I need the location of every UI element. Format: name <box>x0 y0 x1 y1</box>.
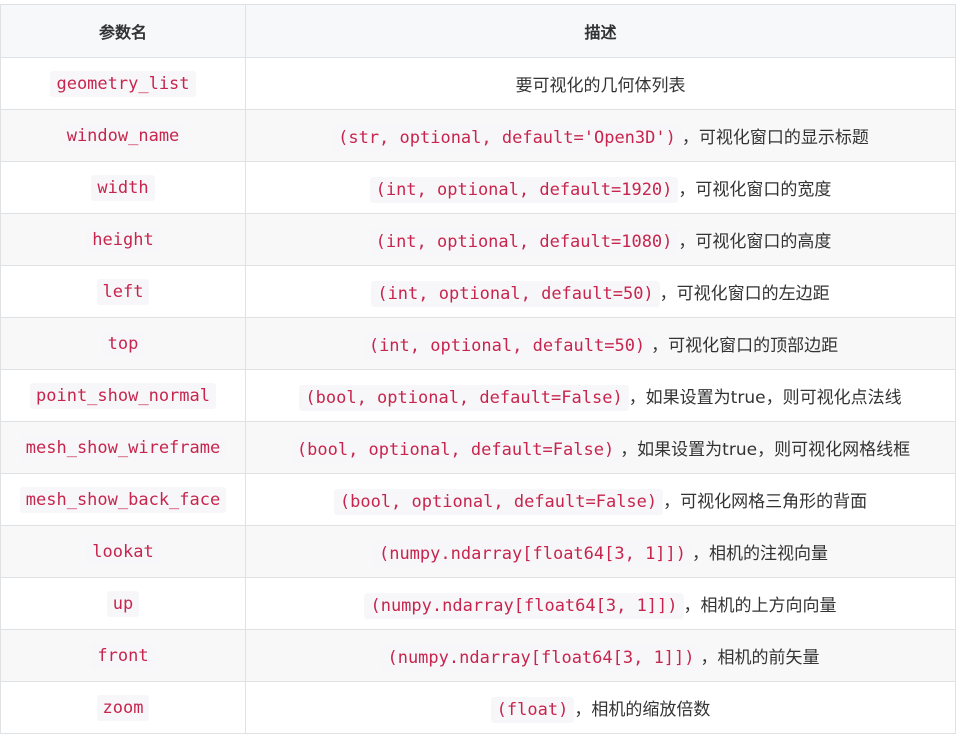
param-desc-cell: (int, optional, default=50) ，可视化窗口的顶部边距 <box>245 317 956 370</box>
param-name: width <box>91 174 155 201</box>
param-desc-cell: (numpy.ndarray[float64[3, 1]]) ，相机的注视向量 <box>245 525 956 578</box>
param-name-cell: top <box>0 317 246 370</box>
param-desc-cell: (bool, optional, default=False) ，如果设置为tru… <box>245 421 956 474</box>
table-row: up (numpy.ndarray[float64[3, 1]]) ，相机的上方向… <box>0 577 956 630</box>
table-row: mesh_show_back_face (bool, optional, def… <box>0 473 956 526</box>
param-desc-text: ，如果设置为true，则可视化网格线框 <box>620 440 911 460</box>
param-name: up <box>106 590 140 617</box>
param-type-code: (int, optional, default=50) <box>371 281 660 307</box>
param-desc-cell: (int, optional, default=50) ，可视化窗口的左边距 <box>245 265 956 318</box>
table-row: top (int, optional, default=50) ，可视化窗口的顶部… <box>0 317 956 370</box>
param-desc-text: ，相机的前矢量 <box>700 648 820 668</box>
param-type-code: (int, optional, default=1920) <box>369 177 679 203</box>
param-desc-text: 要可视化的几何体列表 <box>515 76 686 96</box>
param-name-cell: point_show_normal <box>0 369 246 422</box>
param-desc-text: ，如果设置为true，则可视化点法线 <box>628 388 902 408</box>
table-row: window_name (str, optional, default='Ope… <box>0 109 956 162</box>
param-desc-cell: (numpy.ndarray[float64[3, 1]]) ，相机的前矢量 <box>245 629 956 682</box>
table-row: geometry_list 要可视化的几何体列表 <box>0 57 956 110</box>
param-name-cell: left <box>0 265 246 318</box>
parameter-table-container: 参数名 描述 geometry_list 要可视化的几何体列表 window_n… <box>0 4 956 734</box>
parameter-table: 参数名 描述 geometry_list 要可视化的几何体列表 window_n… <box>0 4 956 734</box>
param-type-code: (numpy.ndarray[float64[3, 1]]) <box>381 645 701 671</box>
param-name: front <box>91 642 155 669</box>
param-desc-cell: (int, optional, default=1920) ，可视化窗口的宽度 <box>245 161 956 214</box>
table-row: left (int, optional, default=50) ，可视化窗口的左… <box>0 265 956 318</box>
param-name: left <box>96 278 150 305</box>
param-name: height <box>86 226 160 253</box>
param-desc-cell: (float) ，相机的缩放倍数 <box>245 681 956 734</box>
table-header: 参数名 描述 <box>0 4 956 58</box>
param-desc-text: ，相机的注视向量 <box>692 544 829 564</box>
param-type-code: (int, optional, default=1080) <box>369 229 679 255</box>
table-row: lookat (numpy.ndarray[float64[3, 1]]) ，相机… <box>0 525 956 578</box>
param-type-code: (bool, optional, default=False) <box>299 385 629 411</box>
param-desc-cell: (str, optional, default='Open3D') ，可视化窗口的… <box>245 109 956 162</box>
param-type-code: (float) <box>490 697 575 723</box>
param-name: mesh_show_wireframe <box>19 434 227 461</box>
param-type-code: (bool, optional, default=False) <box>290 437 621 463</box>
param-desc-cell: (int, optional, default=1080) ，可视化窗口的高度 <box>245 213 956 266</box>
param-name-cell: front <box>0 629 246 682</box>
param-desc-cell: (bool, optional, default=False) ，可视化网格三角形… <box>245 473 956 526</box>
param-type-code: (int, optional, default=50) <box>362 333 652 359</box>
param-type-code: (bool, optional, default=False) <box>333 489 664 515</box>
param-desc-cell: (numpy.ndarray[float64[3, 1]]) ，相机的上方向向量 <box>245 577 956 630</box>
param-desc-text: ，可视化窗口的显示标题 <box>681 128 869 148</box>
param-desc-text: ，可视化窗口的高度 <box>678 232 832 252</box>
param-name-cell: zoom <box>0 681 246 734</box>
param-name: zoom <box>96 694 150 721</box>
param-desc-text: ，可视化窗口的顶部边距 <box>651 336 839 356</box>
param-name: mesh_show_back_face <box>19 486 227 513</box>
table-body: geometry_list 要可视化的几何体列表 window_name (st… <box>0 57 956 734</box>
param-type-code: (str, optional, default='Open3D') <box>332 125 682 151</box>
param-name: window_name <box>60 122 186 149</box>
param-name-cell: lookat <box>0 525 246 578</box>
table-row: zoom (float) ，相机的缩放倍数 <box>0 681 956 734</box>
param-name-cell: window_name <box>0 109 246 162</box>
table-row: height (int, optional, default=1080) ，可视化… <box>0 213 956 266</box>
table-row: point_show_normal (bool, optional, defau… <box>0 369 956 422</box>
header-row: 参数名 描述 <box>0 4 956 58</box>
param-type-code: (numpy.ndarray[float64[3, 1]]) <box>372 541 693 567</box>
param-desc-cell: (bool, optional, default=False) ，如果设置为tru… <box>245 369 956 422</box>
table-row: width (int, optional, default=1920) ，可视化窗… <box>0 161 956 214</box>
param-desc-cell: 要可视化的几何体列表 <box>245 57 956 110</box>
param-name-cell: up <box>0 577 246 630</box>
param-name: top <box>101 330 145 357</box>
param-name-cell: geometry_list <box>0 57 246 110</box>
header-description: 描述 <box>245 4 956 58</box>
param-desc-text: ，相机的缩放倍数 <box>574 700 711 720</box>
param-name: lookat <box>86 538 160 565</box>
param-name-cell: mesh_show_back_face <box>0 473 246 526</box>
header-param-name: 参数名 <box>0 4 246 58</box>
param-name: point_show_normal <box>30 382 216 409</box>
param-name-cell: height <box>0 213 246 266</box>
param-desc-text: ，可视化窗口的宽度 <box>678 180 832 200</box>
table-row: mesh_show_wireframe (bool, optional, def… <box>0 421 956 474</box>
param-desc-text: ，可视化网格三角形的背面 <box>663 492 868 512</box>
param-name-cell: mesh_show_wireframe <box>0 421 246 474</box>
param-name: geometry_list <box>50 70 196 97</box>
param-name-cell: width <box>0 161 246 214</box>
table-row: front (numpy.ndarray[float64[3, 1]]) ，相机的… <box>0 629 956 682</box>
param-type-code: (numpy.ndarray[float64[3, 1]]) <box>364 593 684 619</box>
param-desc-text: ，相机的上方向向量 <box>683 596 837 616</box>
param-desc-text: ，可视化窗口的左边距 <box>659 284 830 304</box>
